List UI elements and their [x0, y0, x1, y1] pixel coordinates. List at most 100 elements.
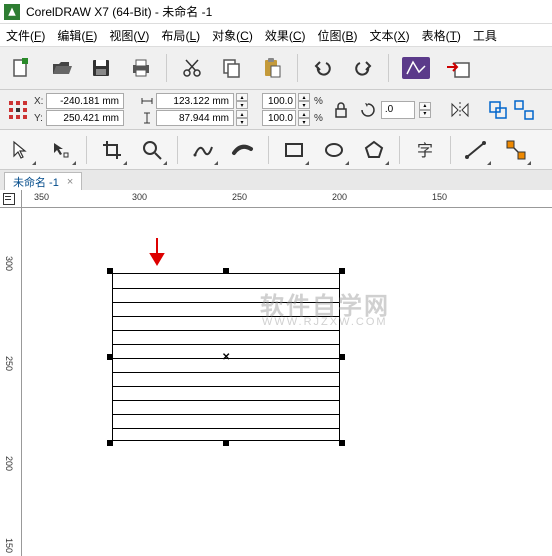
width-spinner[interactable]: ▴▾	[236, 93, 248, 109]
menu-bar: 文件(F) 编辑(E) 视图(V) 布局(L) 对象(C) 效果(C) 位图(B…	[0, 24, 552, 46]
freehand-tool[interactable]	[188, 135, 218, 165]
menu-edit[interactable]: 编辑(E)	[57, 27, 97, 44]
percent-label: %	[314, 113, 323, 124]
save-button[interactable]	[86, 53, 116, 83]
toolbox: 字	[0, 130, 552, 170]
toolbar-separator	[166, 54, 167, 82]
paste-button[interactable]	[257, 53, 287, 83]
toolbar-separator	[388, 54, 389, 82]
rotation-icon	[359, 101, 377, 119]
document-tab[interactable]: 未命名 -1 ×	[4, 172, 82, 190]
width-input[interactable]	[156, 93, 234, 109]
menu-view[interactable]: 视图(V)	[109, 27, 149, 44]
launch-button[interactable]	[399, 53, 433, 83]
copy-button[interactable]	[217, 53, 247, 83]
drawing-canvas[interactable]: ✕ 软件自学网 WWW.RJZXW.COM	[22, 208, 552, 556]
selection-handle[interactable]	[107, 354, 113, 360]
ruler-tick: 150	[432, 192, 447, 202]
combine-button[interactable]	[487, 95, 509, 125]
artistic-media-tool[interactable]	[228, 135, 258, 165]
toolbox-separator	[268, 136, 269, 164]
crop-tool[interactable]	[97, 135, 127, 165]
menu-object[interactable]: 对象(C)	[212, 27, 253, 44]
cut-button[interactable]	[177, 53, 207, 83]
new-button[interactable]	[6, 53, 36, 83]
ruler-tick: 350	[34, 192, 49, 202]
polygon-tool[interactable]	[359, 135, 389, 165]
scale-y-spinner[interactable]: ▴▾	[298, 110, 310, 126]
toolbox-separator	[450, 136, 451, 164]
lock-ratio-button[interactable]	[331, 100, 351, 120]
scale-x-input[interactable]	[262, 93, 296, 109]
selection-center-icon: ✕	[222, 352, 230, 363]
menu-text[interactable]: 文本(X)	[370, 27, 410, 44]
y-input[interactable]	[46, 110, 124, 126]
ruler-tick: 250	[232, 192, 247, 202]
open-button[interactable]	[46, 53, 76, 83]
scale-fields: ▴▾ % ▴▾ %	[262, 93, 323, 126]
ruler-tick: 300	[4, 256, 14, 271]
percent-label: %	[314, 96, 323, 107]
position-icon	[6, 98, 30, 122]
annotation-arrow-icon	[148, 236, 166, 271]
selection-handle[interactable]	[223, 440, 229, 446]
selection-handle[interactable]	[107, 268, 113, 274]
x-input[interactable]	[46, 93, 124, 109]
ruler-origin[interactable]	[0, 190, 22, 208]
app-icon	[4, 4, 20, 20]
menu-layout[interactable]: 布局(L)	[161, 27, 200, 44]
height-spinner[interactable]: ▴▾	[236, 110, 248, 126]
height-icon	[140, 111, 154, 125]
print-button[interactable]	[126, 53, 156, 83]
redo-button[interactable]	[348, 53, 378, 83]
shape-tool[interactable]	[46, 135, 76, 165]
title-bar: CorelDRAW X7 (64-Bit) - 未命名 -1	[0, 0, 552, 24]
tab-label: 未命名 -1	[13, 174, 59, 190]
toolbox-separator	[177, 136, 178, 164]
ruler-tick: 250	[4, 356, 14, 371]
ruler-tick: 300	[132, 192, 147, 202]
mirror-h-button[interactable]	[449, 101, 471, 119]
canvas-area: 350 300 250 200 150 300 250 200 150	[0, 190, 552, 556]
menu-effect[interactable]: 效果(C)	[265, 27, 306, 44]
watermark-url: WWW.RJZXW.COM	[262, 316, 388, 328]
zoom-tool[interactable]	[137, 135, 167, 165]
rotation-spinner[interactable]: ▴▾	[419, 102, 431, 118]
ruler-tick: 200	[4, 456, 14, 471]
ellipse-tool[interactable]	[319, 135, 349, 165]
size-fields: ▴▾ ▴▾	[140, 93, 248, 126]
width-icon	[140, 94, 154, 108]
ruler-tick: 150	[4, 538, 14, 553]
position-fields: X: Y:	[34, 93, 124, 126]
selection-handle[interactable]	[339, 440, 345, 446]
x-label: X:	[34, 96, 44, 107]
scale-y-input[interactable]	[262, 110, 296, 126]
pick-tool[interactable]	[6, 135, 36, 165]
rotation-input[interactable]	[381, 101, 415, 119]
svg-text:字: 字	[417, 142, 433, 160]
menu-table[interactable]: 表格(T)	[422, 27, 461, 44]
selection-handle[interactable]	[339, 268, 345, 274]
toolbox-separator	[399, 136, 400, 164]
text-tool[interactable]: 字	[410, 135, 440, 165]
app-name: CorelDRAW X7 (64-Bit)	[26, 5, 152, 19]
toolbar-separator	[297, 54, 298, 82]
height-input[interactable]	[156, 110, 234, 126]
scale-x-spinner[interactable]: ▴▾	[298, 93, 310, 109]
menu-tools[interactable]: 工具	[473, 27, 497, 44]
menu-bitmap[interactable]: 位图(B)	[318, 27, 358, 44]
horizontal-ruler[interactable]: 350 300 250 200 150	[22, 190, 552, 208]
connector-tool[interactable]	[501, 135, 531, 165]
vertical-ruler[interactable]: 300 250 200 150	[0, 208, 22, 556]
export-button[interactable]	[443, 53, 473, 83]
selection-handle[interactable]	[339, 354, 345, 360]
app-title: CorelDRAW X7 (64-Bit) - 未命名 -1	[26, 3, 212, 20]
rectangle-tool[interactable]	[279, 135, 309, 165]
undo-button[interactable]	[308, 53, 338, 83]
dimension-tool[interactable]	[461, 135, 491, 165]
selection-handle[interactable]	[107, 440, 113, 446]
selection-handle[interactable]	[223, 268, 229, 274]
tab-close-button[interactable]: ×	[67, 176, 73, 188]
break-button[interactable]	[513, 95, 535, 125]
menu-file[interactable]: 文件(F)	[6, 27, 45, 44]
